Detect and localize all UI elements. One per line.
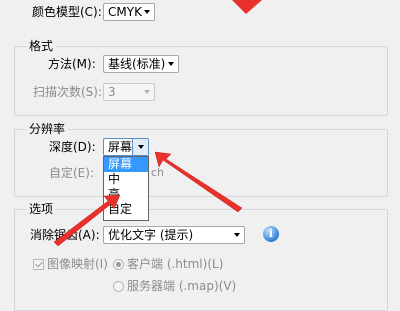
format-legend: 格式 <box>26 39 57 53</box>
chevron-down-icon <box>234 233 240 237</box>
scans-label: 扫描次数(S): <box>33 85 103 99</box>
client-side-radio[interactable] <box>113 259 124 270</box>
color-mode-select[interactable]: CMYK <box>103 3 155 21</box>
image-map-label: 图像映射(I) <box>47 257 108 271</box>
client-side-label: 客户端 (.html)(L) <box>127 257 224 271</box>
custom-unit: ch <box>151 166 165 179</box>
depth-option-medium[interactable]: 中 <box>104 172 148 187</box>
scans-value: 3 <box>108 85 116 99</box>
depth-option-custom[interactable]: 自定 <box>104 202 148 217</box>
options-legend: 选项 <box>26 202 57 216</box>
server-side-label: 服务器端 (.map)(V) <box>127 279 237 293</box>
resolution-legend: 分辨率 <box>26 122 69 136</box>
depth-value: 屏幕 <box>108 140 133 154</box>
color-mode-label: 颜色模型(C): <box>32 5 102 19</box>
chevron-down-icon <box>168 62 174 66</box>
depth-dropdown-button[interactable] <box>132 139 148 155</box>
method-select[interactable]: 基线(标准) <box>103 55 179 73</box>
scans-select[interactable]: 3 <box>103 83 155 101</box>
antialias-value: 优化文字 (提示) <box>108 228 194 242</box>
method-value: 基线(标准) <box>108 57 166 71</box>
custom-label: 自定(E): <box>49 166 94 180</box>
depth-dropdown-list: 屏幕 中 高 自定 <box>103 156 149 221</box>
chevron-down-icon <box>144 10 150 14</box>
chevron-down-icon <box>144 90 150 94</box>
info-icon[interactable]: i <box>263 226 279 242</box>
depth-label: 深度(D): <box>49 140 96 154</box>
depth-option-screen[interactable]: 屏幕 <box>104 157 148 172</box>
color-mode-value: CMYK <box>108 5 142 19</box>
depth-option-high[interactable]: 高 <box>104 187 148 202</box>
method-label: 方法(M): <box>48 57 96 71</box>
image-map-checkbox[interactable] <box>33 259 44 270</box>
antialias-label: 消除锯齿(A): <box>30 228 100 242</box>
depth-select[interactable]: 屏幕 <box>103 138 149 156</box>
chevron-down-icon <box>138 145 144 149</box>
server-side-radio[interactable] <box>113 281 124 292</box>
antialias-select[interactable]: 优化文字 (提示) <box>103 226 245 244</box>
